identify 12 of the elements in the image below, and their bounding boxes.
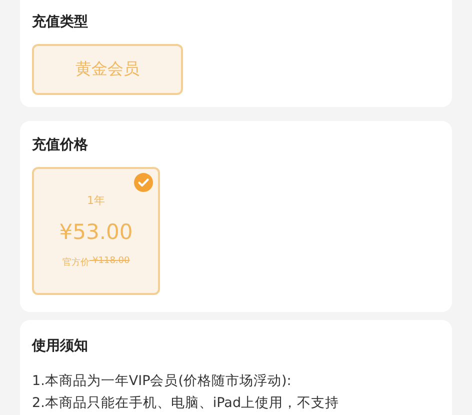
price-option[interactable]: 1年 ¥53.00 官方价-¥118.00 xyxy=(32,167,160,295)
section-title: 充值类型 xyxy=(32,12,89,32)
check-icon xyxy=(134,173,153,192)
member-type-option[interactable]: 黄金会员 xyxy=(32,44,183,95)
notice-text: 1.本商品为一年VIP会员(价格随市场浮动): xyxy=(32,372,292,391)
official-price-label: 官方价 xyxy=(62,256,90,269)
period-label: 1年 xyxy=(87,193,105,208)
price-text: ¥53.00 xyxy=(59,220,133,244)
section-title: 使用须知 xyxy=(32,337,89,356)
notice-text: 2.本商品只能在手机、电脑、iPad上使用，不支持 xyxy=(32,394,340,413)
section-title: 充值价格 xyxy=(32,136,89,155)
official-price: -¥118.00 xyxy=(89,256,130,268)
